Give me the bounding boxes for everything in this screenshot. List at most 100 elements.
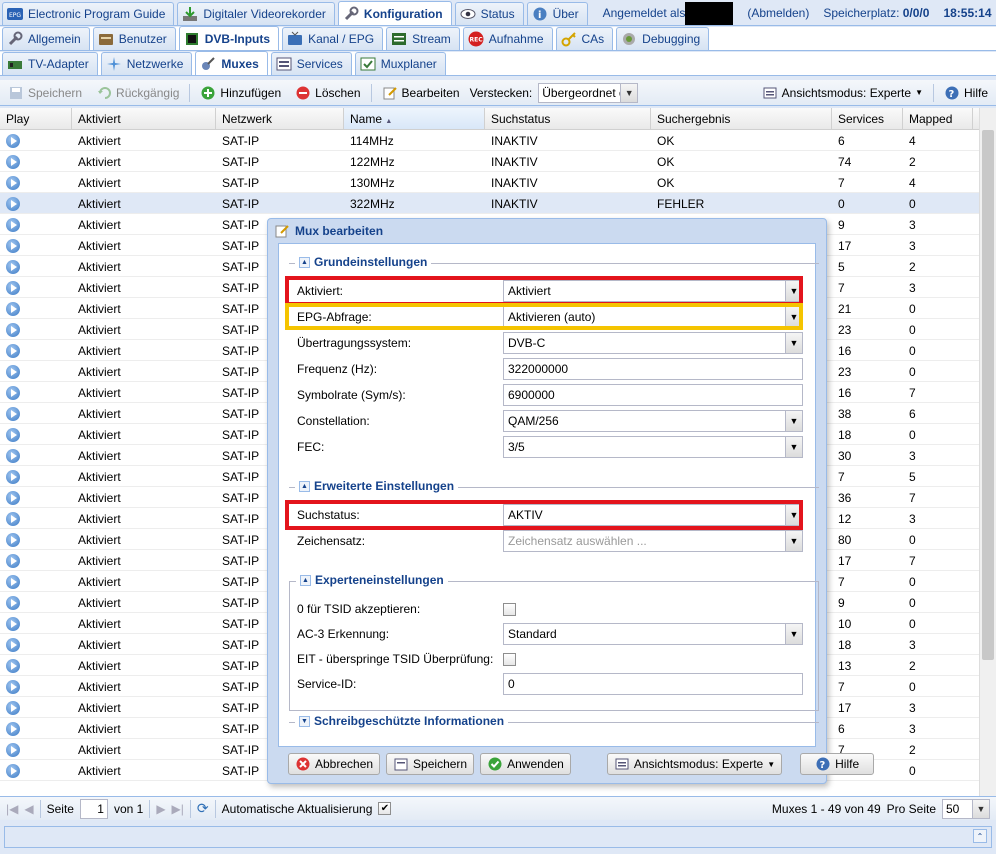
play-icon[interactable] <box>6 239 20 253</box>
play-icon[interactable] <box>6 554 20 568</box>
fec-select[interactable]: 3/5 ▼ <box>503 436 803 458</box>
next-page-icon[interactable]: ▶ <box>156 802 165 816</box>
play-icon[interactable] <box>6 407 20 421</box>
collapse-icon[interactable]: ▲ <box>299 480 310 492</box>
tsid-zero-checkbox[interactable] <box>503 602 516 616</box>
constellation-select[interactable]: QAM/256 ▼ <box>503 410 803 432</box>
dialog-title-bar[interactable]: Mux bearbeiten <box>268 219 826 243</box>
play-icon[interactable] <box>6 449 20 463</box>
dialog-view-mode-button[interactable]: Ansichtsmodus: Experte ▼ <box>606 753 783 775</box>
play-icon[interactable] <box>6 260 20 274</box>
expand-icon[interactable]: ▼ <box>299 715 310 727</box>
tab-dvb-inputs[interactable]: DVB-Inputs <box>178 26 280 50</box>
play-icon[interactable] <box>6 323 20 337</box>
save-button[interactable]: Speichern <box>4 83 86 103</box>
frequency-input[interactable]: 322000000 <box>503 358 803 380</box>
table-row[interactable]: Aktiviert SAT-IP 114MHz INAKTIV OK 6 4 <box>0 130 996 151</box>
play-icon[interactable] <box>6 743 20 757</box>
column-header-name[interactable]: Name ▲ <box>344 108 485 129</box>
service-id-input[interactable]: 0 <box>503 673 803 695</box>
view-mode-button[interactable]: Ansichtsmodus: Experte ▼ <box>758 83 927 103</box>
play-icon[interactable] <box>6 491 20 505</box>
first-page-icon[interactable]: |◀ <box>6 802 18 816</box>
undo-button[interactable]: Rückgängig <box>92 83 183 103</box>
collapse-icon[interactable]: ▲ <box>300 574 311 586</box>
play-icon[interactable] <box>6 680 20 694</box>
play-icon[interactable] <box>6 533 20 547</box>
play-icon[interactable] <box>6 764 20 778</box>
play-icon[interactable] <box>6 659 20 673</box>
play-icon[interactable] <box>6 722 20 736</box>
dialog-help-button[interactable]: ? Hilfe <box>800 753 875 775</box>
per-page-select[interactable]: 50 ▼ <box>942 798 990 819</box>
play-icon[interactable] <box>6 470 20 484</box>
tab-dvr[interactable]: Digitaler Videorekorder <box>177 2 335 25</box>
play-icon[interactable] <box>6 218 20 232</box>
symbolrate-input[interactable]: 6900000 <box>503 384 803 406</box>
play-icon[interactable] <box>6 575 20 589</box>
grid-scrollbar[interactable] <box>979 108 996 796</box>
hide-select[interactable]: Übergeordnet d ▼ <box>538 82 639 103</box>
auto-refresh-checkbox[interactable]: ✔ <box>378 802 392 815</box>
play-icon[interactable] <box>6 701 20 715</box>
column-header-network[interactable]: Netzwerk <box>216 108 344 129</box>
play-icon[interactable] <box>6 365 20 379</box>
tab-recording[interactable]: REC Aufnahme <box>462 27 553 50</box>
table-row[interactable]: Aktiviert SAT-IP 130MHz INAKTIV OK 7 4 <box>0 172 996 193</box>
play-icon[interactable] <box>6 197 20 211</box>
tab-services[interactable]: Services <box>270 52 352 75</box>
help-button[interactable]: ? Hilfe <box>940 83 992 103</box>
column-header-enabled[interactable]: Aktiviert <box>72 108 216 129</box>
play-icon[interactable] <box>6 617 20 631</box>
collapse-up-icon[interactable]: ⌃ <box>973 829 987 843</box>
dialog-save-button[interactable]: Speichern <box>386 753 475 775</box>
tab-mux-planner[interactable]: Muxplaner <box>354 52 446 75</box>
column-header-services[interactable]: Services <box>832 108 903 129</box>
collapse-icon[interactable]: ▲ <box>299 256 310 268</box>
tab-users[interactable]: Benutzer <box>92 27 176 50</box>
column-header-scan-status[interactable]: Suchstatus <box>485 108 651 129</box>
column-header-scan-result[interactable]: Suchergebnis <box>651 108 832 129</box>
play-icon[interactable] <box>6 155 20 169</box>
play-icon[interactable] <box>6 512 20 526</box>
table-row[interactable]: Aktiviert SAT-IP 122MHz INAKTIV OK 74 2 <box>0 151 996 172</box>
apply-button[interactable]: Anwenden <box>480 753 571 775</box>
tab-tv-adapter[interactable]: TV-Adapter <box>2 52 98 75</box>
logout-link[interactable]: (Abmelden) <box>747 6 809 20</box>
expert-settings-legend[interactable]: ▲ Experteneinstellungen <box>296 573 448 587</box>
advanced-settings-legend[interactable]: ▲ Erweiterte Einstellungen <box>295 479 459 493</box>
tab-general[interactable]: Allgemein <box>2 27 90 50</box>
play-icon[interactable] <box>6 176 20 190</box>
readonly-info-legend[interactable]: ▼ Schreibgeschützte Informationen <box>295 714 509 728</box>
play-icon[interactable] <box>6 638 20 652</box>
tab-muxes[interactable]: Muxes <box>195 51 268 75</box>
column-header-mapped[interactable]: Mapped <box>903 108 973 129</box>
scrollbar-thumb[interactable] <box>982 130 994 660</box>
cancel-button[interactable]: Abbrechen <box>288 753 381 775</box>
basic-settings-legend[interactable]: ▲ Grundeinstellungen <box>295 255 432 269</box>
play-icon[interactable] <box>6 428 20 442</box>
ac3-select[interactable]: Standard ▼ <box>503 623 803 645</box>
table-row[interactable]: Aktiviert SAT-IP 322MHz INAKTIV FEHLER 0 0 <box>0 193 996 214</box>
tab-status[interactable]: Status <box>454 2 524 25</box>
play-icon[interactable] <box>6 302 20 316</box>
play-icon[interactable] <box>6 386 20 400</box>
tab-epg[interactable]: EPG Electronic Program Guide <box>2 2 175 25</box>
tab-configuration[interactable]: Konfiguration <box>337 1 452 25</box>
add-button[interactable]: Hinzufügen <box>196 83 285 103</box>
play-icon[interactable] <box>6 281 20 295</box>
eit-skip-checkbox[interactable] <box>503 652 516 666</box>
prev-page-icon[interactable]: ◀ <box>24 802 33 816</box>
delete-button[interactable]: Löschen <box>291 83 364 103</box>
tab-debugging[interactable]: Debugging <box>616 27 710 50</box>
tab-about[interactable]: i Über <box>526 2 588 25</box>
delivery-system-select[interactable]: DVB-C ▼ <box>503 332 803 354</box>
column-header-play[interactable]: Play <box>0 108 72 129</box>
tab-networks[interactable]: Netzwerke <box>100 52 193 75</box>
play-icon[interactable] <box>6 596 20 610</box>
play-icon[interactable] <box>6 134 20 148</box>
edit-button[interactable]: Bearbeiten <box>378 83 464 103</box>
tab-cas[interactable]: CAs <box>555 27 614 50</box>
refresh-icon[interactable]: ⟳ <box>197 800 209 817</box>
tab-stream[interactable]: Stream <box>386 27 460 50</box>
